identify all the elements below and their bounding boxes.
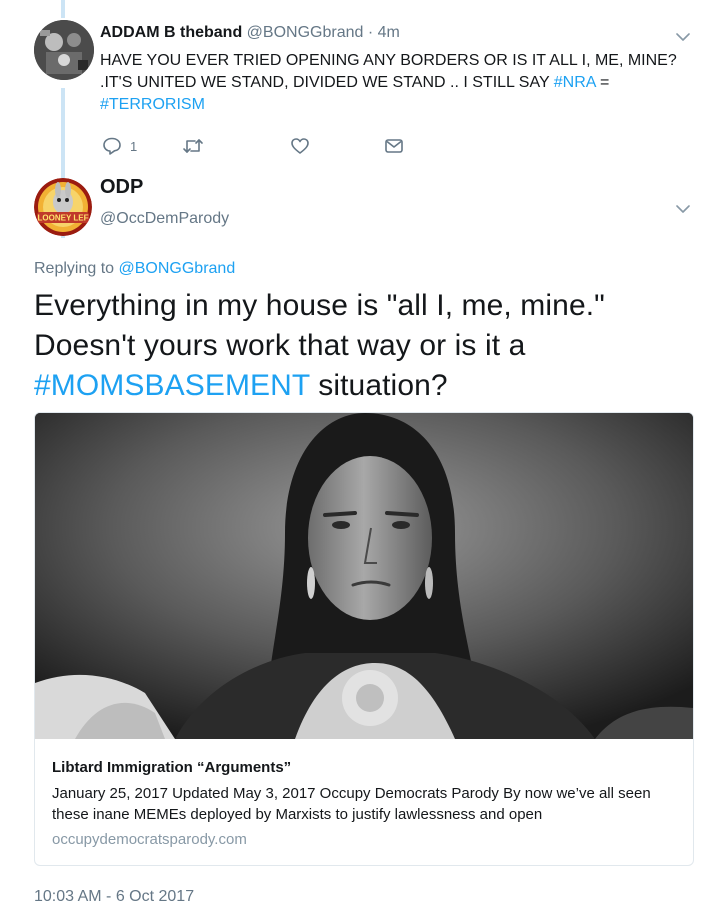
hashtag-link[interactable]: #TERRORISM bbox=[100, 96, 205, 113]
author-name[interactable]: ADDAM B theband bbox=[100, 24, 242, 41]
avatar[interactable]: LOONEY LEF bbox=[34, 178, 92, 236]
reply-tweet[interactable]: ADDAM B theband @BONGGbrand · 4m HAVE YO… bbox=[0, 0, 710, 168]
card-image[interactable] bbox=[35, 413, 693, 739]
replying-prefix: Replying to bbox=[34, 260, 119, 277]
avatar-logo-text: LOONEY LEF bbox=[38, 214, 89, 223]
retweet-action[interactable] bbox=[182, 136, 204, 156]
author-name[interactable]: ODP bbox=[100, 176, 143, 199]
chevron-down-icon[interactable] bbox=[676, 30, 690, 44]
dm-icon bbox=[385, 139, 403, 153]
like-icon bbox=[291, 138, 309, 154]
reply-action[interactable]: 1 bbox=[102, 136, 137, 156]
like-action[interactable] bbox=[290, 136, 310, 156]
replying-to-link[interactable]: @BONGGbrand bbox=[119, 260, 236, 277]
tweet-text: Everything in my house is "all I, me, mi… bbox=[34, 286, 694, 406]
retweet-icon bbox=[183, 139, 203, 153]
reply-icon bbox=[103, 137, 121, 155]
card-title[interactable]: Libtard Immigration “Arguments” bbox=[52, 759, 291, 776]
hashtag-link[interactable]: #NRA bbox=[554, 74, 596, 91]
main-tweet: LOONEY LEF ODP @OccDemParody Replying to… bbox=[0, 168, 710, 923]
hashtag-link[interactable]: #MOMSBASEMENT bbox=[34, 369, 310, 402]
tweet-time[interactable]: 4m bbox=[378, 24, 400, 41]
tweet-text-part: situation? bbox=[309, 369, 448, 402]
tweet-text-part: Everything in my house is "all I, me, mi… bbox=[34, 289, 605, 362]
replying-to: Replying to @BONGGbrand bbox=[34, 260, 235, 278]
tweet-timestamp[interactable]: 10:03 AM - 6 Oct 2017 bbox=[34, 888, 194, 906]
reply-text: HAVE YOU EVER TRIED OPENING ANY BORDERS … bbox=[100, 50, 695, 116]
reply-header: ADDAM B theband @BONGGbrand · 4m bbox=[100, 24, 400, 42]
dm-action[interactable] bbox=[384, 136, 404, 156]
author-handle[interactable]: @OccDemParody bbox=[100, 210, 229, 228]
separator: · bbox=[367, 24, 374, 41]
author-handle[interactable]: @BONGGbrand bbox=[247, 24, 364, 41]
tweet-actions: 1 bbox=[102, 136, 422, 156]
link-card[interactable]: Libtard Immigration “Arguments” January … bbox=[34, 412, 694, 866]
reply-count: 1 bbox=[130, 138, 138, 154]
card-domain[interactable]: occupydemocratsparody.com bbox=[52, 831, 247, 848]
chevron-down-icon[interactable] bbox=[676, 202, 690, 216]
card-description: January 25, 2017 Updated May 3, 2017 Occ… bbox=[52, 785, 651, 823]
reply-text-part: = bbox=[595, 74, 610, 91]
avatar[interactable] bbox=[34, 20, 94, 80]
